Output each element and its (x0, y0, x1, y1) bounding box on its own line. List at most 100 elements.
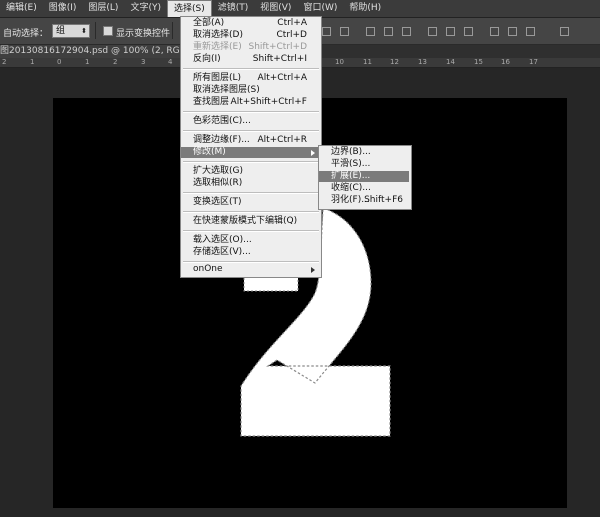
menu-item-label: 收缩(C)... (331, 183, 371, 193)
menu-separator (183, 111, 319, 113)
menu-item-shortcut: Shift+Ctrl+D (248, 42, 307, 52)
menu-item-shortcut: Alt+Ctrl+A (257, 73, 307, 83)
align-left-icon[interactable] (366, 27, 375, 36)
submenu-item-contract[interactable]: 收缩(C)... (319, 183, 409, 194)
ruler-tick: 16 (501, 58, 510, 66)
ruler-tick: 0 (57, 58, 62, 66)
menu-window[interactable]: 窗口(W) (297, 0, 343, 17)
menu-image[interactable]: 图像(I) (43, 0, 83, 17)
menu-item-deselect-layers[interactable]: 取消选择图层(S) (181, 85, 319, 96)
menu-item-shortcut: Shift+Ctrl+I (252, 54, 307, 64)
menu-item-load-selection[interactable]: 载入选区(O)... (181, 235, 319, 246)
submenu-item-expand[interactable]: 扩展(E)... (319, 171, 409, 182)
submenu-item-border[interactable]: 边界(B)... (319, 147, 409, 158)
menu-item-similar[interactable]: 选取相似(R) (181, 178, 319, 189)
menu-item-label: 边界(B)... (331, 147, 371, 157)
ruler-tick: 10 (335, 58, 344, 66)
menu-separator (183, 261, 319, 263)
menu-item-quick-mask[interactable]: 在快速蒙版模式下编辑(Q) (181, 216, 319, 227)
menu-item-find-layers[interactable]: 查找图层 Alt+Shift+Ctrl+F (181, 97, 319, 108)
menu-item-label: 全部(A) (193, 18, 225, 28)
menu-layer[interactable]: 图层(L) (82, 0, 124, 17)
menu-item-all-layers[interactable]: 所有图层(L) Alt+Ctrl+A (181, 73, 319, 84)
menu-item-reselect[interactable]: 重新选择(E) Shift+Ctrl+D (181, 42, 319, 53)
menu-item-shortcut: Shift+F6 (364, 195, 403, 205)
menu-item-label: 重新选择(E) (193, 42, 242, 52)
auto-select-value: 组 (56, 26, 66, 36)
menu-item-shortcut: Ctrl+D (276, 30, 308, 40)
menu-item-label: 反向(I) (193, 54, 221, 64)
ruler-tick: 12 (390, 58, 399, 66)
show-transform-checkbox[interactable] (103, 26, 113, 36)
menu-item-label: onOne (193, 264, 223, 274)
chevron-updown-icon: ⬍ (81, 27, 87, 35)
menu-item-label: 查找图层 (193, 97, 230, 107)
menu-item-save-selection[interactable]: 存储选区(V)... (181, 247, 319, 258)
menu-separator (183, 230, 319, 232)
menu-item-shortcut: Alt+Shift+Ctrl+F (230, 97, 307, 107)
menu-view[interactable]: 视图(V) (254, 0, 297, 17)
auto-select-dropdown[interactable]: 组 ⬍ (52, 24, 90, 38)
divider (172, 22, 173, 39)
distribute-hcenter-icon[interactable] (508, 27, 517, 36)
auto-align-icon[interactable] (560, 27, 569, 36)
ruler-tick: 2 (2, 58, 7, 66)
ruler-tick: 15 (474, 58, 483, 66)
distribute-right-icon[interactable] (526, 27, 535, 36)
submenu-arrow-icon (311, 150, 315, 156)
ruler-tick: 2 (113, 58, 118, 66)
menu-item-deselect[interactable]: 取消选择(D) Ctrl+D (181, 30, 319, 41)
menu-item-label: 扩大选取(G) (193, 166, 243, 176)
ruler-tick: 17 (529, 58, 538, 66)
ruler-tick: 13 (418, 58, 427, 66)
align-right-icon[interactable] (402, 27, 411, 36)
distribute-top-icon[interactable] (428, 27, 437, 36)
menu-item-label: 选取相似(R) (193, 178, 243, 188)
menu-item-label: 所有图层(L) (193, 73, 242, 83)
submenu-arrow-icon (311, 267, 315, 273)
menu-item-select-all[interactable]: 全部(A) Ctrl+A (181, 18, 319, 29)
align-hcenter-icon[interactable] (384, 27, 393, 36)
ruler-tick: 14 (446, 58, 455, 66)
menu-item-label: 调整边缘(F)... (193, 135, 250, 145)
distribute-left-icon[interactable] (490, 27, 499, 36)
menu-item-label: 取消选择(D) (193, 30, 243, 40)
menu-edit[interactable]: 编辑(E) (0, 0, 43, 17)
divider (95, 22, 96, 39)
distribute-bottom-icon[interactable] (464, 27, 473, 36)
menu-help[interactable]: 帮助(H) (343, 0, 387, 17)
submenu-item-feather[interactable]: 羽化(F)... Shift+F6 (319, 195, 409, 206)
show-transform-label: 显示变换控件 (116, 29, 171, 39)
menu-item-label: 变换选区(T) (193, 197, 242, 207)
menu-separator (183, 130, 319, 132)
menu-item-transform-selection[interactable]: 变换选区(T) (181, 197, 319, 208)
document-tab-title: 图20130816172904.psd @ 100% (2, RGB/8#) (0, 46, 206, 56)
align-top-icon[interactable] (322, 27, 331, 36)
menu-separator (183, 68, 319, 70)
menu-separator (183, 161, 319, 163)
menu-type[interactable]: 文字(Y) (124, 0, 167, 17)
ruler-tick: 1 (30, 58, 35, 66)
menu-item-label: 存储选区(V)... (193, 247, 251, 257)
select-menu: 全部(A) Ctrl+A 取消选择(D) Ctrl+D 重新选择(E) Shif… (180, 16, 322, 278)
ruler-tick: 1 (85, 58, 90, 66)
menu-item-onone[interactable]: onOne (181, 264, 319, 275)
modify-submenu: 边界(B)... 平滑(S)... 扩展(E)... 收缩(C)... 羽化(F… (318, 145, 412, 210)
submenu-item-smooth[interactable]: 平滑(S)... (319, 159, 409, 170)
document-tab[interactable]: 图20130816172904.psd @ 100% (2, RGB/8#) (0, 45, 210, 58)
menu-item-label: 取消选择图层(S) (193, 85, 260, 95)
distribute-vcenter-icon[interactable] (446, 27, 455, 36)
menu-separator (183, 192, 319, 194)
menu-item-modify[interactable]: 修改(M) (181, 147, 319, 158)
ruler-tick: 11 (363, 58, 372, 66)
menu-item-inverse[interactable]: 反向(I) Shift+Ctrl+I (181, 54, 319, 65)
align-vcenter-icon[interactable] (340, 27, 349, 36)
menu-item-color-range[interactable]: 色彩范围(C)... (181, 116, 319, 127)
menu-filter[interactable]: 滤镜(T) (212, 0, 255, 17)
menu-item-label: 扩展(E)... (331, 171, 371, 181)
menu-select[interactable]: 选择(S) (166, 0, 212, 17)
menu-item-refine-edge[interactable]: 调整边缘(F)... Alt+Ctrl+R (181, 135, 319, 146)
menu-item-grow[interactable]: 扩大选取(G) (181, 166, 319, 177)
menu-item-label: 修改(M) (193, 147, 226, 157)
menu-item-label: 色彩范围(C)... (193, 116, 251, 126)
